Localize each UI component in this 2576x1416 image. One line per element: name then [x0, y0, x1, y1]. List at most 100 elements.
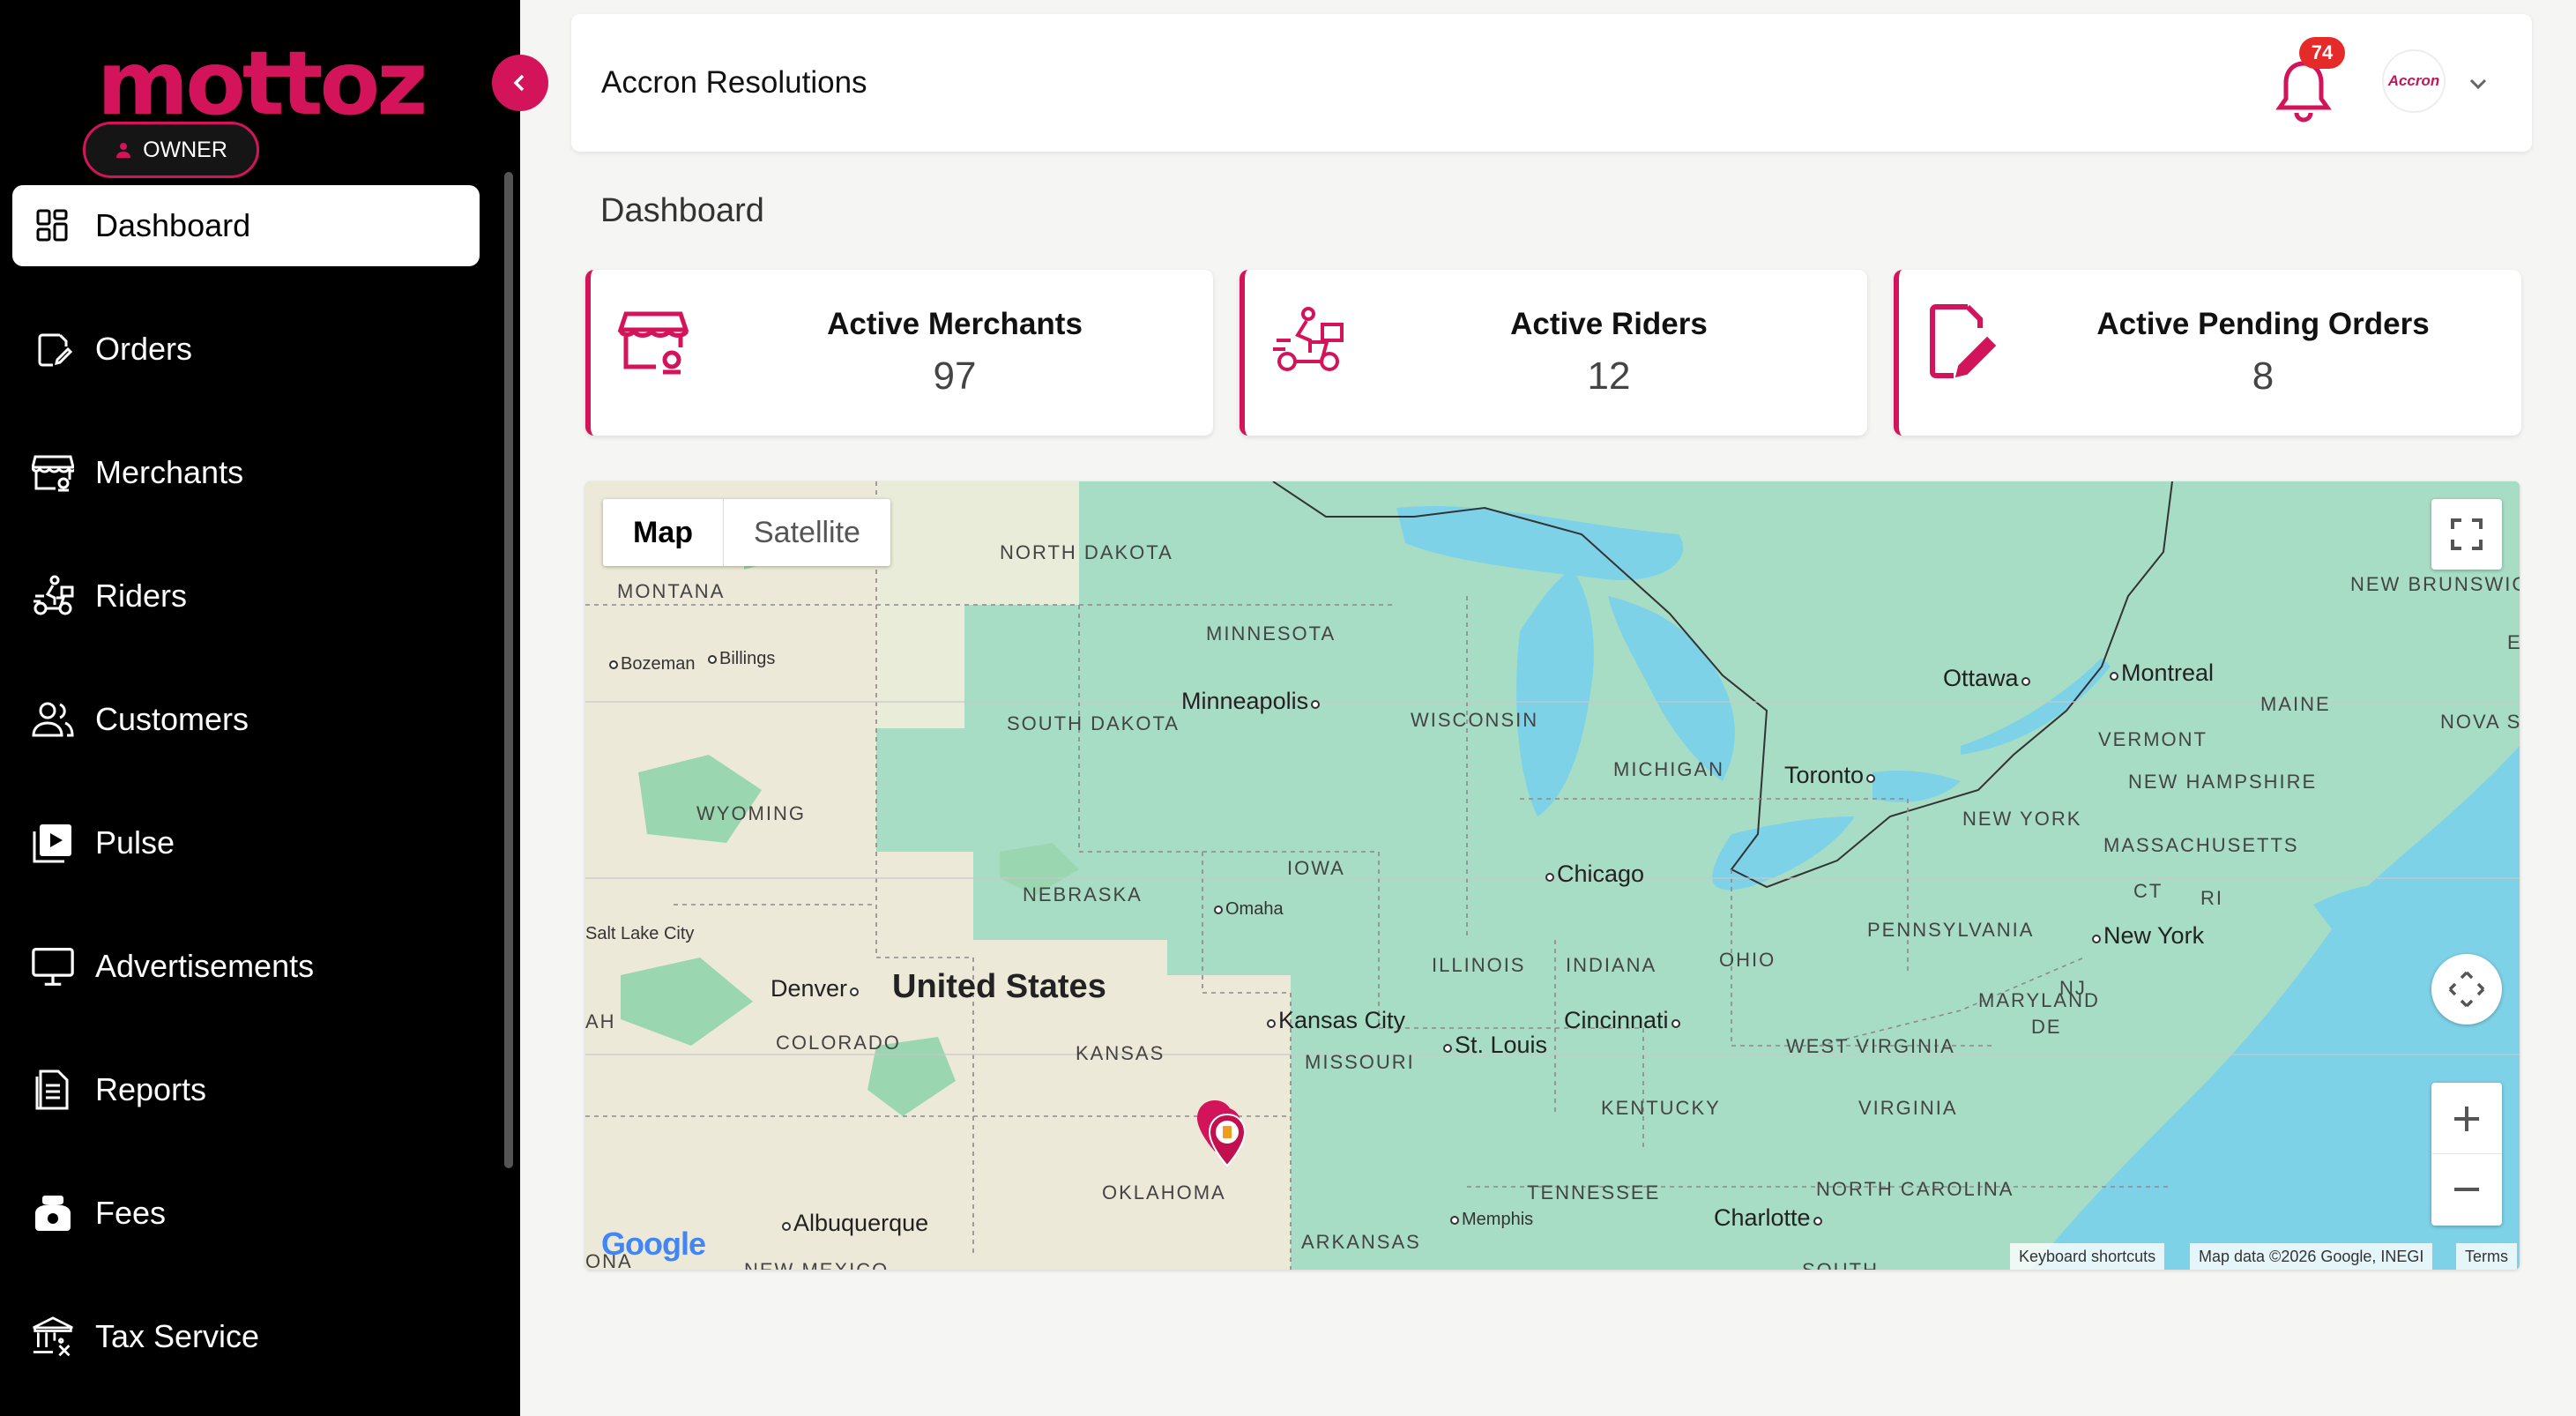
- sidebar-item-reports[interactable]: Reports: [12, 1049, 480, 1130]
- map-label-colorado: COLORADO: [776, 1032, 901, 1054]
- notification-count-badge: 74: [2299, 37, 2345, 69]
- sidebar-item-fees[interactable]: Fees: [12, 1173, 480, 1254]
- sidebar-item-label: Orders: [95, 331, 193, 367]
- dashboard-icon: [32, 205, 74, 247]
- zoom-in-button[interactable]: [2431, 1084, 2502, 1154]
- stat-value: 12: [1587, 354, 1631, 398]
- map-label-nebraska: NEBRASKA: [1023, 883, 1143, 905]
- avatar[interactable]: Accron: [2382, 49, 2446, 113]
- sidebar-item-label: Riders: [95, 578, 188, 614]
- map-label-pennsylvania: PENNSYLVANIA: [1867, 919, 2035, 941]
- stat-value: 97: [933, 354, 977, 398]
- sidebar-item-pulse[interactable]: Pulse: [12, 802, 480, 883]
- map-city-bozeman: Bozeman: [607, 654, 696, 674]
- map-type-map-button[interactable]: Map: [603, 499, 724, 566]
- sidebar-item-label: Advertisements: [95, 948, 315, 984]
- map-city-new-york: New York: [2089, 922, 2204, 950]
- collapse-sidebar-button[interactable]: [492, 55, 548, 111]
- sidebar-item-label: Pulse: [95, 824, 175, 861]
- map-city-toronto: Toronto: [1784, 762, 1878, 789]
- map-label-tennessee: TENNESSEE: [1527, 1181, 1661, 1204]
- sidebar-item-label: Customers: [95, 701, 249, 737]
- map-label-virginia: VIRGINIA: [1858, 1097, 1958, 1119]
- map-label-massachusetts: MASSACHUSETTS: [2103, 834, 2299, 856]
- map-city-cincinnati: Cincinnati: [1564, 1007, 1683, 1034]
- terms-link[interactable]: Terms: [2456, 1243, 2517, 1270]
- map-label-illinois: ILLINOIS: [1432, 954, 1526, 976]
- minus-icon: [2454, 1188, 2479, 1191]
- sidebar-item-merchants[interactable]: Merchants: [12, 432, 480, 513]
- map-city-memphis: Memphis: [1448, 1210, 1533, 1230]
- person-icon: [116, 143, 131, 158]
- move-arrows-icon: [2448, 971, 2485, 1008]
- map-city-billings: Billings: [705, 649, 775, 669]
- map-label-new-mexico: NEW MEXICO: [744, 1259, 889, 1270]
- map-city-kansas-city: Kansas City: [1264, 1007, 1405, 1034]
- map-city-montreal: Montreal: [2107, 660, 2214, 687]
- map-label-oklahoma: OKLAHOMA: [1102, 1181, 1226, 1204]
- map-marker-cluster[interactable]: [1194, 1099, 1255, 1178]
- stat-label: Active Pending Orders: [2096, 307, 2430, 341]
- map-label-vermont: VERMONT: [2098, 728, 2207, 750]
- fees-icon: [32, 1192, 74, 1234]
- role-badge: OWNER: [83, 122, 259, 178]
- stat-label: Active Merchants: [827, 307, 1083, 341]
- stat-card-active-pending-orders: Active Pending Orders 8: [1894, 270, 2521, 436]
- map-label-new-york: NEW YORK: [1962, 808, 2082, 830]
- stat-card-active-riders: Active Riders 12: [1240, 270, 1867, 436]
- map-label-south-dakota: SOUTH DAKOTA: [1007, 712, 1180, 734]
- map-label-ri: RI: [2200, 887, 2223, 909]
- rider-icon: [1273, 307, 1344, 371]
- map-type-toggle: Map Satellite: [603, 499, 890, 566]
- map-label-south: SOUTH: [1802, 1259, 1879, 1270]
- edit-document-icon: [1930, 304, 1997, 378]
- map-label-minnesota: MINNESOTA: [1206, 622, 1336, 645]
- sidebar-item-label: Fees: [95, 1195, 167, 1231]
- sidebar-item-riders[interactable]: Riders: [12, 555, 480, 637]
- chevron-down-icon[interactable]: [2465, 71, 2491, 97]
- zoom-out-button[interactable]: [2431, 1154, 2502, 1225]
- sidebar-item-dashboard[interactable]: Dashboard: [12, 185, 480, 266]
- sidebar-item-advertisements[interactable]: Advertisements: [12, 926, 480, 1007]
- map-label-de: DE: [2031, 1016, 2062, 1038]
- store-icon: [32, 451, 74, 494]
- map-label-west-virginia: WEST VIRGINIA: [1786, 1035, 1955, 1057]
- fullscreen-button[interactable]: [2431, 499, 2502, 570]
- map-city-denver: Denver: [771, 975, 861, 1002]
- map-city-charlotte: Charlotte: [1714, 1204, 1825, 1232]
- rider-icon: [32, 575, 74, 617]
- map-label-north-dakota: NORTH DAKOTA: [1000, 541, 1173, 563]
- camera-control-button[interactable]: [2431, 954, 2502, 1025]
- company-name: Accron Resolutions: [601, 65, 867, 100]
- map-label-iowa: IOWA: [1287, 857, 1345, 879]
- map-label-montana: MONTANA: [617, 580, 726, 602]
- map-label-nova: NOVA S: [2440, 711, 2520, 733]
- map-label-missouri: MISSOURI: [1305, 1051, 1415, 1073]
- map-view[interactable]: NORTH DAKOTA MONTANA MINNESOTA Bozeman B…: [585, 481, 2520, 1270]
- map-label-wyoming: WYOMING: [696, 802, 806, 824]
- map-label-ct: CT: [2133, 880, 2163, 902]
- play-icon: [32, 822, 74, 864]
- map-label-kentucky: KENTUCKY: [1601, 1097, 1721, 1119]
- keyboard-shortcuts-link[interactable]: Keyboard shortcuts: [2010, 1243, 2165, 1270]
- zoom-control: [2431, 1083, 2502, 1226]
- map-label-maine: MAINE: [2260, 693, 2331, 715]
- sidebar-scrollbar[interactable]: [504, 172, 513, 1168]
- map-label-ah: AH: [585, 1010, 616, 1032]
- sidebar-item-label: Tax Service: [95, 1318, 260, 1354]
- sidebar-item-customers[interactable]: Customers: [12, 679, 480, 760]
- sidebar-item-label: Merchants: [95, 454, 244, 490]
- sidebar-item-orders[interactable]: Orders: [12, 309, 480, 390]
- map-label-new-brunswick: NEW BRUNSWICK: [2350, 573, 2520, 595]
- chevron-left-icon: [513, 74, 525, 92]
- map-label-michigan: MICHIGAN: [1613, 758, 1724, 780]
- sidebar-item-tax-service[interactable]: Tax Service: [12, 1296, 480, 1377]
- map-label-nj: NJ: [2059, 977, 2087, 999]
- role-label: OWNER: [143, 137, 227, 162]
- map-city-salt-lake: Salt Lake City: [585, 924, 695, 943]
- map-label-ohio: OHIO: [1719, 949, 1776, 971]
- map-city-st-louis: St. Louis: [1441, 1032, 1547, 1059]
- map-city-ottawa: Ottawa: [1943, 665, 2033, 692]
- brand-logo: mottoz: [97, 32, 428, 135]
- map-type-satellite-button[interactable]: Satellite: [724, 499, 890, 566]
